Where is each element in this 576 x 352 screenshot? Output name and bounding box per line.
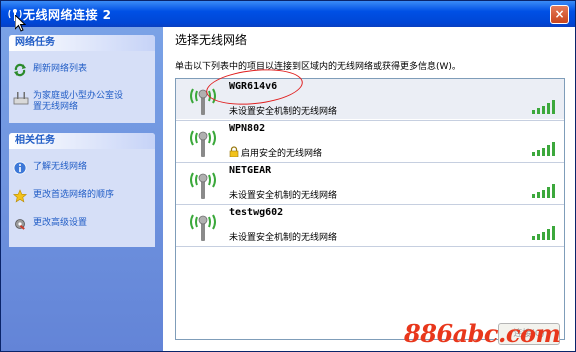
network-security-status: 启用安全的无线网络 [241,149,323,159]
network-tasks-panel: 网络任务 刷新网络列表 为家庭或小型办公室设 置无线网络 [9,35,155,123]
watermark: 886abc.com [404,319,561,348]
refresh-icon [14,63,26,77]
antenna-icon [190,214,216,241]
learn-wireless-label: 了解无线网络 [33,162,88,172]
task-sidebar: 网络任务 刷新网络列表 为家庭或小型办公室设 置无线网络 相关任务 了解无线网络… [1,27,163,351]
network-security-status: 未设置安全机制的无线网络 [229,191,338,201]
antenna-icon [190,172,216,199]
star-icon [13,189,27,203]
refresh-network-list-label: 刷新网络列表 [33,64,88,74]
network-item-testwg602[interactable]: testwg602 未设置安全机制的无线网络 [176,205,564,245]
change-preferred-order-label: 更改首选网络的顺序 [33,190,115,200]
close-icon: × [554,7,565,21]
network-tasks-header: 网络任务 [9,35,155,51]
page-description: 单击以下列表中的项目以连接到区域内的无线网络或获得更多信息(W)。 [175,62,461,72]
lock-icon [229,146,239,157]
settings-icon [15,219,25,230]
signal-strength-icon [532,184,555,198]
network-item-netgear[interactable]: NETGEAR 未设置安全机制的无线网络 [176,163,564,203]
wireless-connection-window: 无线网络连接 2 × 网络任务 刷新网络列表 为家庭或小型办公室设 置无线网络 … [0,0,576,352]
page-title: 选择无线网络 [175,33,248,47]
change-advanced-settings-label: 更改高级设置 [33,218,88,228]
list-divider [176,246,564,247]
network-security-status: 未设置安全机制的无线网络 [229,107,338,117]
network-item-wpn802[interactable]: WPN802 启用安全的无线网络 [176,121,564,161]
setup-home-network-label-2: 置无线网络 [33,102,79,112]
mouse-cursor-icon [15,15,26,32]
setup-home-network-label-1: 为家庭或小型办公室设 [33,91,124,101]
network-name: NETGEAR [229,165,272,176]
signal-strength-icon [532,142,555,156]
setup-wireless-icon [13,92,29,105]
signal-strength-icon [532,226,555,240]
title-bar[interactable]: 无线网络连接 2 × [1,1,575,27]
network-name: testwg602 [229,207,284,218]
info-icon [13,161,27,175]
window-title: 无线网络连接 2 [23,8,112,22]
related-tasks-panel: 相关任务 了解无线网络 更改首选网络的顺序 更改高级设置 [9,133,155,247]
network-security-status: 未设置安全机制的无线网络 [229,233,338,243]
related-tasks-header: 相关任务 [9,133,155,149]
wireless-network-list[interactable]: WGR614v6 未设置安全机制的无线网络 WPN802 启用安全的无线网络 N… [175,78,565,340]
close-button[interactable]: × [550,5,569,24]
antenna-icon [190,130,216,157]
signal-strength-icon [532,100,555,114]
network-name: WPN802 [229,123,266,134]
